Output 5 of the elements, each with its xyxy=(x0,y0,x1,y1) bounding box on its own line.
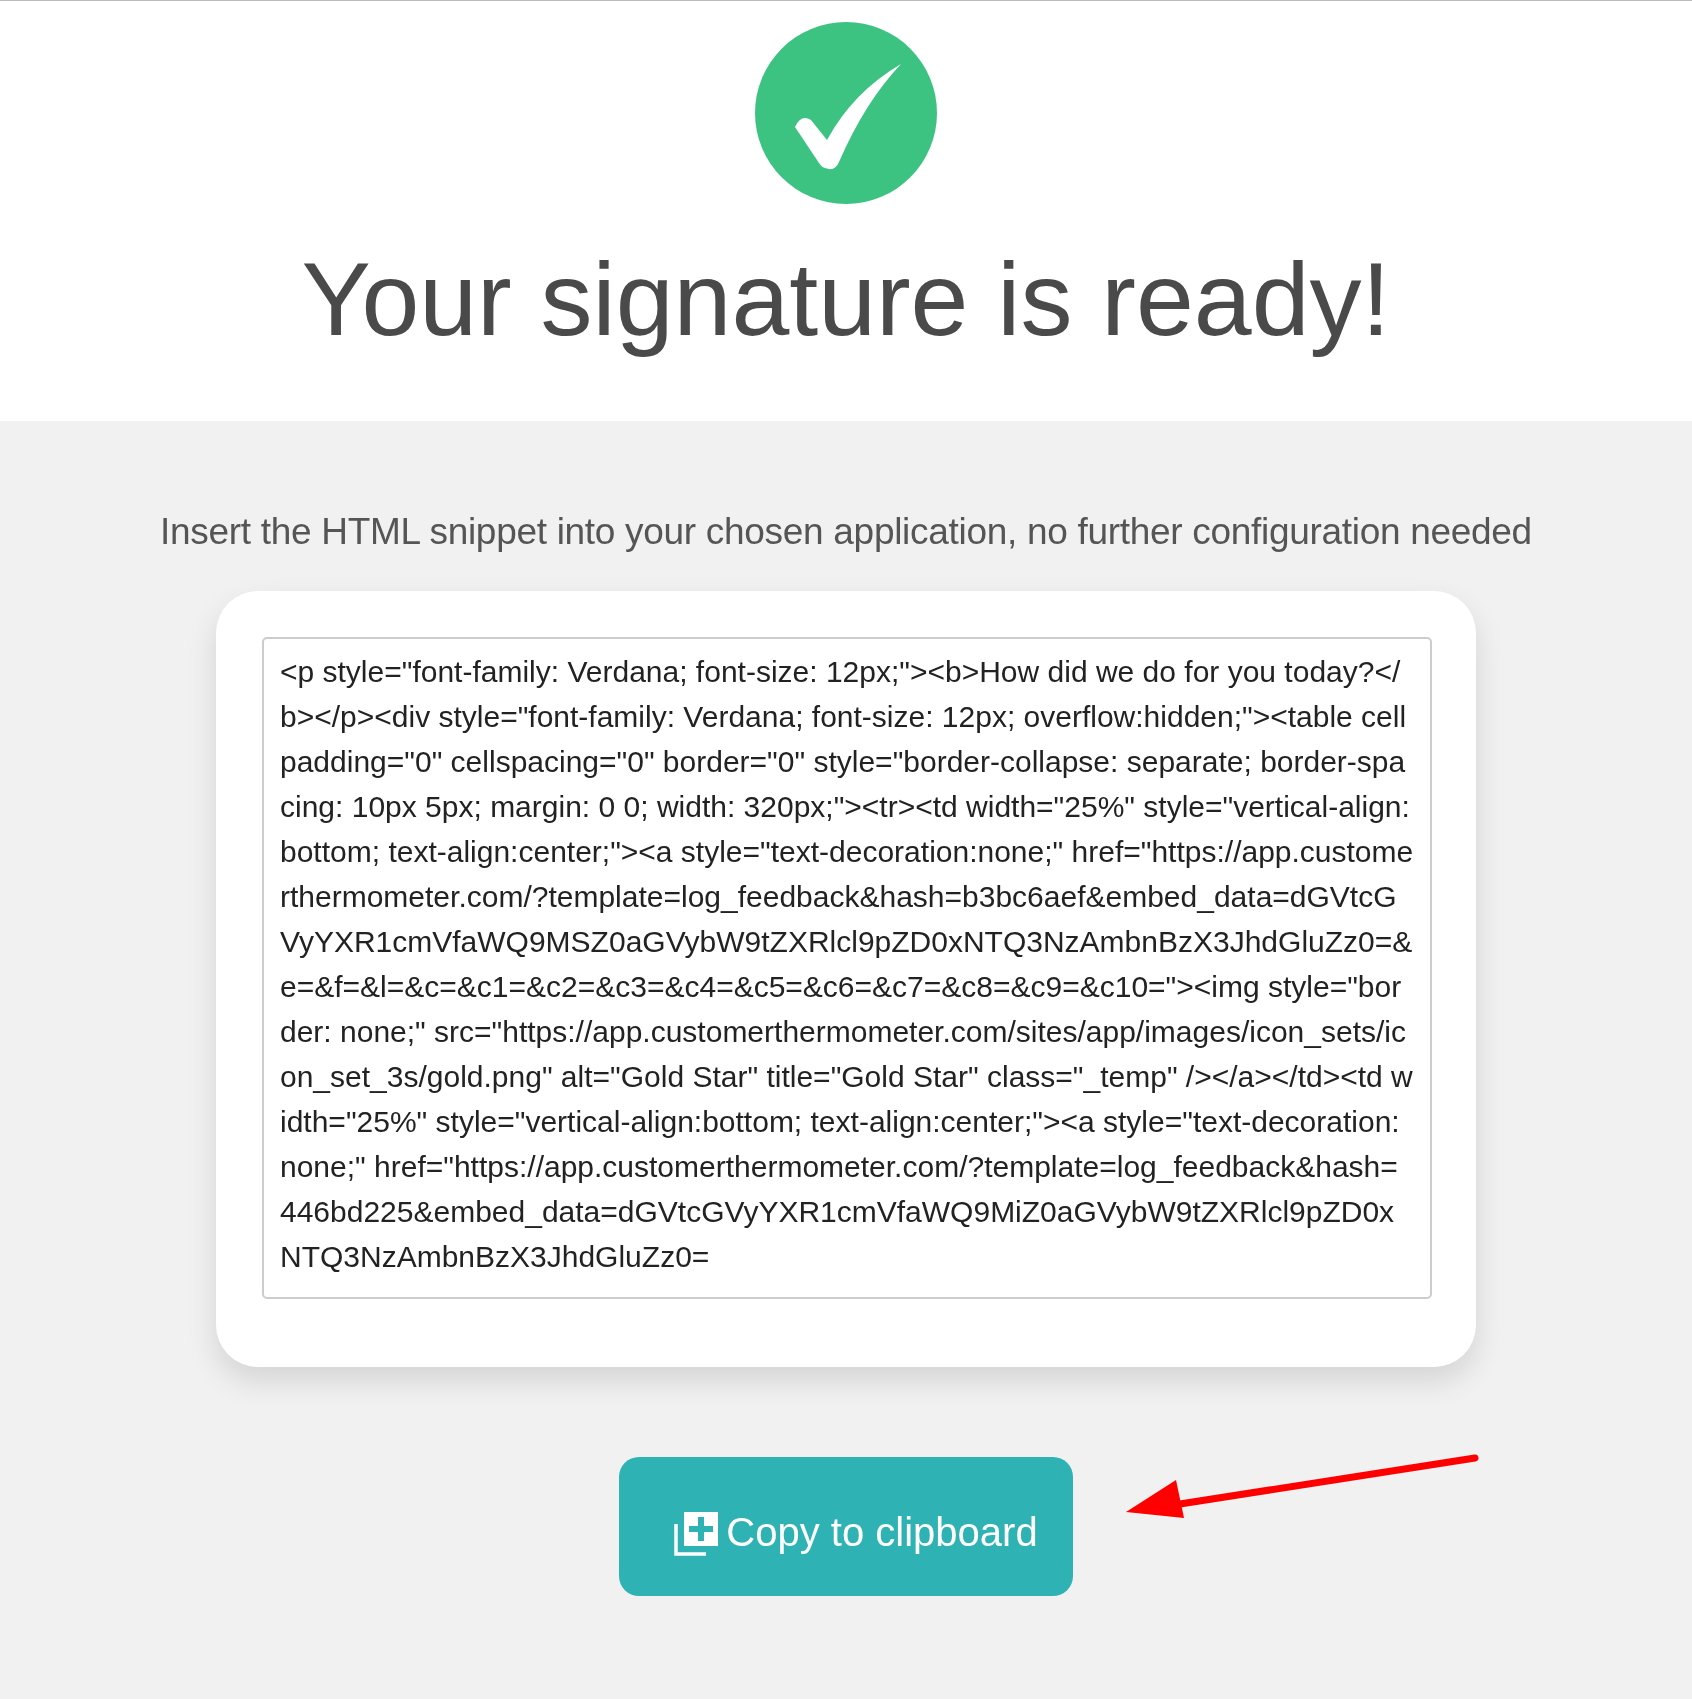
checkmark-icon xyxy=(755,22,937,204)
copy-icon xyxy=(674,1509,721,1556)
instructions-text: Insert the HTML snippet into your chosen application, no further configuration needed xyxy=(160,511,1532,553)
page-title: Your signature is ready! xyxy=(301,242,1391,357)
html-snippet-field[interactable]: <p style="font-family: Verdana; font-size: 12px;"><b>How did we do for you today?</b></p><div style="font-family: Verdana; font-size: 12px; overflow:hidden;"><table cellpadding="0" cellspacing="0" border="0" style="border-collapse: separate; border-spacing: 10px 5px; margin: 0 0; width: 320px;"><tr><td width="25%" style="vertical-align:bottom; text-align:center;"><a style="text-decoration:none;" href="https://app.customerthermometer.com/?template=log_feedback&hash=b3bc6aef&embed_data=dGVtcGVyYXR1cmVfaWQ9MSZ0aGVybW9tZXRlcl9pZD0xNTQ3NzAmbnBzX3JhdGluZz0=&e=&f=&l=&c=&c1=&c2=&c3=&c4=&c5=&c6=&c7=&c8=&c9=&c10="><img style="border: none;" src="https://app.customerthermometer.com/sites/app/images/icon_sets/icon_set_3s/gold.png" alt="Gold Star" title="Gold Star" class="_temp" /></a></td><td width="25%" style="vertical-align:bottom; text-align:center;"><a style="text-decoration:none;" href="https://app.customerthermometer.com/?template=log_feedback&hash=446bd225&embed_data=dGVtcGVyYXR1cmVfaWQ9MiZ0aGVybW9tZXRlcl9pZD0xNTQ3NzAmbnBzX3JhdGluZz0= xyxy=(262,637,1432,1299)
